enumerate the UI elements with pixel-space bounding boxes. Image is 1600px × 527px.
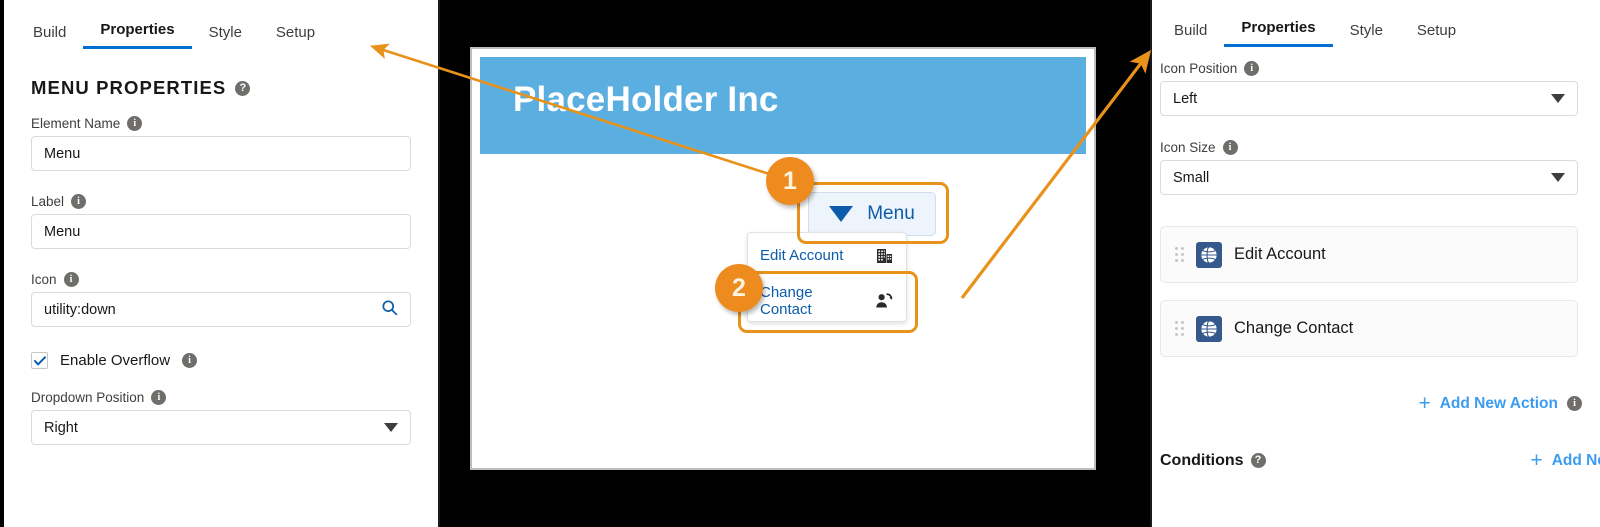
field-label-element-name: Element Name i	[31, 116, 411, 131]
add-new-action-button[interactable]: + Add New Action	[1418, 393, 1558, 414]
preview-card: PlaceHolder Inc Menu Edit Account Change…	[470, 47, 1096, 470]
callout-badge-2: 2	[715, 264, 763, 312]
label-input[interactable]: Menu	[31, 214, 411, 249]
chevron-down-icon[interactable]	[384, 423, 398, 432]
preview-menu-button[interactable]: Menu	[808, 192, 936, 236]
screenshot-root: Build Properties Style Setup MENU PROPER…	[0, 0, 1600, 527]
building-icon	[876, 248, 893, 264]
tab-build[interactable]: Build	[16, 25, 83, 49]
icon-position-value: Left	[1173, 90, 1198, 107]
field-element-name: Element Name i Menu	[31, 116, 411, 171]
chevron-down-icon[interactable]	[1551, 173, 1565, 182]
field-label-block: Label i Menu	[31, 194, 411, 249]
action-label: Change Contact	[1234, 319, 1354, 337]
dropdown-position-select[interactable]: Right	[31, 410, 411, 445]
icon-size-value: Small	[1173, 169, 1210, 186]
conditions-row: Conditions ? + Add New	[1160, 450, 1600, 471]
info-circle-icon[interactable]: i	[182, 353, 198, 368]
conditions-title: Conditions ?	[1160, 452, 1266, 470]
chevron-down-icon[interactable]	[1551, 94, 1565, 103]
info-circle-icon[interactable]: i	[151, 390, 167, 405]
globe-icon	[1196, 315, 1222, 342]
conditions-add-new-label: Add New	[1551, 451, 1600, 469]
left-panel-tabbar: Build Properties Style Setup	[16, 22, 416, 49]
user-switch-icon	[875, 292, 893, 309]
action-label: Edit Account	[1234, 245, 1326, 263]
right-properties-panel: Build Properties Style Setup Icon Positi…	[1150, 0, 1600, 527]
action-row-change-contact[interactable]: Change Contact	[1160, 300, 1578, 357]
help-circle-icon[interactable]: ?	[235, 80, 251, 96]
field-icon-position: Icon Position i Left	[1160, 61, 1578, 116]
info-circle-icon[interactable]: i	[1222, 140, 1238, 155]
enable-overflow-checkbox[interactable]	[31, 352, 48, 369]
enable-overflow-label: Enable Overflow	[60, 352, 171, 369]
tab-setup[interactable]: Setup	[1400, 23, 1473, 47]
field-label-label: Label i	[31, 194, 411, 209]
drag-handle-icon[interactable]	[1175, 321, 1184, 336]
page-title: MENU PROPERTIES	[31, 77, 227, 98]
plus-icon: +	[1530, 449, 1543, 472]
icon-position-select[interactable]: Left	[1160, 81, 1578, 116]
dropdown-item-edit-account[interactable]: Edit Account	[748, 233, 906, 278]
info-circle-icon[interactable]: i	[63, 272, 79, 287]
tab-setup[interactable]: Setup	[259, 25, 332, 49]
info-circle-icon[interactable]: i	[71, 194, 87, 209]
dropdown-item-change-contact[interactable]: Change Contact	[748, 278, 906, 323]
icon-input[interactable]: utility:down	[31, 292, 411, 327]
enable-overflow-row[interactable]: Enable Overflow i	[31, 352, 438, 369]
drag-handle-icon[interactable]	[1175, 247, 1184, 262]
tab-style[interactable]: Style	[192, 25, 259, 49]
help-circle-icon[interactable]: ?	[1250, 453, 1266, 468]
action-row-edit-account[interactable]: Edit Account	[1160, 226, 1578, 283]
tab-properties[interactable]: Properties	[83, 22, 192, 49]
icon-value: utility:down	[44, 301, 116, 318]
field-label-dropdown-position: Dropdown Position i	[31, 390, 411, 405]
dropdown-item-label: Change Contact	[760, 283, 813, 318]
field-label-icon-position: Icon Position i	[1160, 61, 1578, 76]
brand-title: PlaceHolder Inc	[513, 80, 779, 119]
add-new-action-label: Add New Action	[1439, 394, 1558, 412]
conditions-add-new-button[interactable]: + Add New	[1530, 450, 1600, 471]
dropdown-position-value: Right	[44, 419, 78, 436]
callout-badge-1: 1	[766, 157, 814, 205]
plus-icon: +	[1418, 392, 1431, 415]
tab-build[interactable]: Build	[1157, 23, 1224, 47]
field-dropdown-position: Dropdown Position i Right	[31, 390, 411, 445]
icon-size-select[interactable]: Small	[1160, 160, 1578, 195]
field-label-icon: Icon i	[31, 272, 411, 287]
right-panel-tabbar: Build Properties Style Setup	[1157, 20, 1577, 47]
search-icon[interactable]	[381, 299, 398, 320]
field-icon-size: Icon Size i Small	[1160, 140, 1578, 195]
info-circle-icon[interactable]: i	[127, 116, 143, 131]
info-circle-icon[interactable]: i	[1244, 61, 1260, 76]
element-name-value: Menu	[44, 145, 81, 162]
tab-properties[interactable]: Properties	[1224, 20, 1333, 47]
dropdown-item-label: Edit Account	[760, 247, 844, 264]
left-properties-panel: Build Properties Style Setup MENU PROPER…	[4, 0, 440, 527]
field-icon: Icon i utility:down	[31, 272, 411, 327]
preview-dropdown-menu: Edit Account Change Contact	[747, 232, 907, 322]
add-new-action-row: + Add New Action i	[1160, 393, 1582, 414]
tab-style[interactable]: Style	[1333, 23, 1400, 47]
element-name-input[interactable]: Menu	[31, 136, 411, 171]
caret-down-icon	[829, 206, 854, 222]
label-value: Menu	[44, 223, 81, 240]
preview-menu-button-label: Menu	[867, 203, 915, 224]
section-header: MENU PROPERTIES ?	[31, 77, 438, 99]
globe-icon	[1196, 241, 1222, 268]
info-circle-icon[interactable]: i	[1567, 396, 1582, 411]
field-label-icon-size: Icon Size i	[1160, 140, 1578, 155]
